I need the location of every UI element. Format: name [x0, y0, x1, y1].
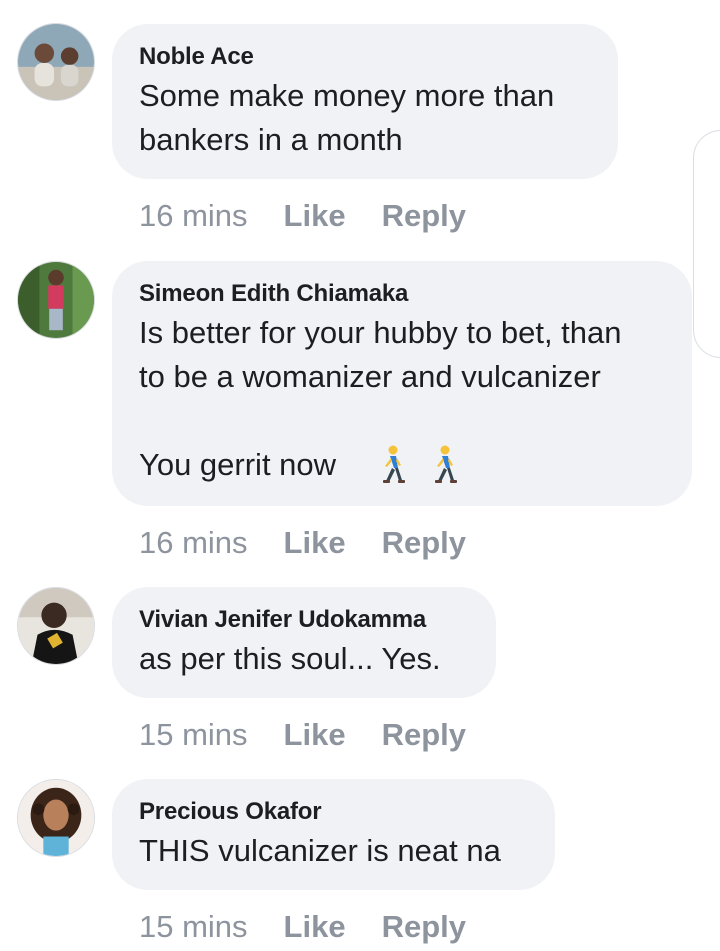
- person-walking-icon: [383, 445, 405, 483]
- comment-bubble: Vivian Jenifer Udokamma as per this soul…: [112, 587, 496, 698]
- side-card-edge: [693, 130, 720, 358]
- comment-timestamp[interactable]: 15 mins: [139, 717, 248, 752]
- emoji-group: [357, 445, 459, 485]
- comment-bubble: Simeon Edith Chiamaka Is better for your…: [112, 261, 692, 506]
- comment-timestamp[interactable]: 16 mins: [139, 198, 248, 233]
- avatar[interactable]: [17, 261, 95, 339]
- comment-text: Some make money more than bankers in a m…: [139, 78, 555, 157]
- avatar-photo-icon: [18, 588, 94, 664]
- comment-bubble: Noble Ace Some make money more than bank…: [112, 24, 618, 179]
- comment-bubble: Precious Okafor THIS vulcanizer is neat …: [112, 779, 555, 890]
- comment-timestamp[interactable]: 16 mins: [139, 525, 248, 560]
- avatar[interactable]: [17, 23, 95, 101]
- like-button[interactable]: Like: [284, 909, 346, 944]
- avatar-photo-icon: [18, 24, 94, 100]
- reply-button[interactable]: Reply: [382, 198, 466, 233]
- like-button[interactable]: Like: [284, 198, 346, 233]
- comment-text: THIS vulcanizer is neat na: [139, 833, 501, 868]
- comment-author[interactable]: Precious Okafor: [139, 797, 527, 827]
- avatar-photo-icon: [18, 262, 94, 338]
- reply-button[interactable]: Reply: [382, 717, 466, 752]
- comment-actions: 15 mins Like Reply: [139, 907, 466, 947]
- person-walking-icon: [435, 445, 457, 483]
- comment-author[interactable]: Simeon Edith Chiamaka: [139, 279, 664, 309]
- like-button[interactable]: Like: [284, 525, 346, 560]
- avatar-photo-icon: [18, 780, 94, 856]
- comment-actions: 15 mins Like Reply: [139, 715, 466, 755]
- avatar[interactable]: [17, 587, 95, 665]
- reply-button[interactable]: Reply: [382, 909, 466, 944]
- comment-text: as per this soul... Yes.: [139, 641, 441, 676]
- avatar[interactable]: [17, 779, 95, 857]
- comment-author[interactable]: Vivian Jenifer Udokamma: [139, 605, 468, 635]
- comment-actions: 16 mins Like Reply: [139, 523, 466, 563]
- reply-button[interactable]: Reply: [382, 525, 466, 560]
- comment-timestamp[interactable]: 15 mins: [139, 909, 248, 944]
- comment-actions: 16 mins Like Reply: [139, 196, 466, 236]
- comment-author[interactable]: Noble Ace: [139, 42, 590, 72]
- like-button[interactable]: Like: [284, 717, 346, 752]
